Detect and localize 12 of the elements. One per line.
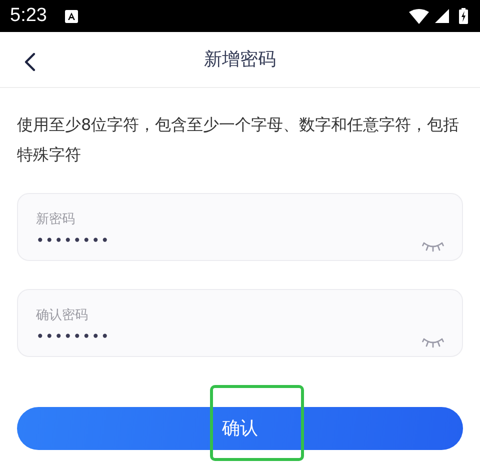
field-label: 确认密码 (36, 306, 89, 325)
wifi-icon (409, 8, 429, 24)
battery-charging-icon (459, 8, 468, 24)
signal-icon (435, 9, 449, 23)
password-hint: 使用至少8位字符，包含至少一个字母、数字和任意字符，包括特殊字符 (17, 114, 460, 166)
notification-icon (64, 10, 78, 22)
page-title: 新增密码 (204, 48, 276, 72)
confirm-button[interactable]: 确认 (17, 407, 463, 450)
clock-time: 5:23 (10, 4, 47, 28)
field-value: •••••••• (36, 328, 112, 348)
field-label: 新密码 (36, 210, 76, 229)
field-value: •••••••• (36, 232, 112, 252)
